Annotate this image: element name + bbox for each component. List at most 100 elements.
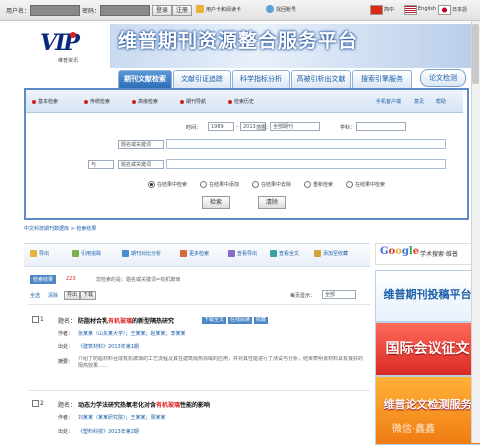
clear-selection-link[interactable]: 清除 [48,292,58,299]
bullet-icon [228,99,232,104]
source-link[interactable]: 《塑料科技》2013年第2期 [78,428,139,435]
mode-journal-nav[interactable]: 期刊导航 [180,98,206,105]
username-label: 用户名： [6,8,31,15]
mode-basic[interactable]: 基本检索 [32,98,58,105]
lang-en-link[interactable]: English [418,6,436,12]
result-title-link[interactable]: 动态力学法研究热氧老化对含有机玻璃性能的影响 [78,400,210,409]
watermark: 微信·鑫鑫 [392,424,436,435]
field-select-1[interactable]: 题名或关键词 [118,140,164,149]
ad1-text: 维普期刊投稿平台 [383,288,472,301]
result-count-tab[interactable]: 检索结果 [30,275,57,284]
author-list[interactable]: 刘某某（某某研究院）；王某某；周某某 [78,414,166,421]
google-logo: Google [380,246,420,257]
radio-icon [346,181,353,188]
per-page-label: 每页显示： [290,293,316,299]
abstract-label: 摘要： [58,359,74,365]
result-number: 2 [40,400,44,407]
radio-icon [148,181,155,188]
result-checkbox[interactable] [32,316,39,323]
scrollbar-thumb[interactable] [472,24,479,84]
view-export-icon [228,250,235,257]
source-link[interactable]: 《建筑材料》2013年第1期 [78,343,139,350]
tab-journal-search[interactable]: 期刊文献检索 [118,70,172,88]
radio-option-3[interactable]: 在结果中去除 [252,181,291,188]
user-center-link[interactable]: 用户卡和阅读卡 [206,6,241,13]
ad3-text: 维普论文检测服务 [383,398,472,411]
author-label: 作者： [58,331,74,337]
more-search-icon [180,250,187,257]
author-list[interactable]: 张某某（山东某大学）；王某某；赵某某；李某某 [78,330,186,337]
radio-icon [304,181,311,188]
login-button[interactable]: 登录 [152,5,172,16]
flag-cn-icon[interactable] [370,5,383,15]
paper-check-button[interactable]: 论文检测 [420,69,466,87]
download-fulltext-tag[interactable]: 下载全文 [202,317,227,324]
ad2-text: 国际会议征文 [385,341,470,357]
radio-option-5[interactable]: 在结果中检索 [346,181,385,188]
read-online-tag[interactable]: 在线阅读 [228,317,253,324]
username-input[interactable] [30,5,80,16]
tab-citation-tracking[interactable]: 文献引证追踪 [173,70,231,88]
view-export-tool[interactable]: 查看导出 [228,250,257,257]
breadcrumb[interactable]: 中文科技期刊数据库 > 检索结果 [24,225,96,232]
per-page-select[interactable]: 全部 [322,290,356,299]
logo-dot-icon [70,32,76,38]
feedback-link[interactable]: 意见 [414,98,424,105]
mode-advanced[interactable]: 高级检索 [132,98,158,105]
radio-icon [200,181,207,188]
source-label: 出处： [58,344,74,350]
result-number: 1 [40,316,44,323]
mode-history[interactable]: 检索历史 [228,98,254,105]
tab-highly-cited[interactable]: 高被引析出文献 [291,70,351,88]
select-all-link[interactable]: 全选 [30,292,40,299]
result-count: 223 [66,276,76,282]
compare-icon [122,250,129,257]
tab-science-indicators[interactable]: 科学指标分析 [232,70,290,88]
register-button[interactable]: 注册 [172,5,192,16]
range-select[interactable]: 全部期刊 [270,122,320,131]
citation-icon [72,250,79,257]
radio-option-4[interactable]: 重新检索 [304,181,333,188]
compare-tool[interactable]: 期刊对比分析 [122,250,161,257]
search-input-2[interactable] [166,159,446,169]
lang-cn-link[interactable]: 简中 [384,6,394,13]
mobile-client-link[interactable]: 手机客户端 [376,98,401,105]
search-input-1[interactable] [166,139,446,149]
favorite-icon [314,250,321,257]
mode-traditional[interactable]: 传统检索 [84,98,110,105]
logo-subtitle: 维普资讯 [58,58,79,64]
export-tool[interactable]: 导出 [30,250,49,257]
find-account-link[interactable]: 找回账号 [276,6,296,13]
vertical-scrollbar[interactable] [471,21,480,443]
radio-option-2[interactable]: 在结果中添加 [200,181,239,188]
field-select-2[interactable]: 题名或关键词 [118,160,164,169]
bullet-icon [132,99,136,104]
logic-select[interactable]: 与 [88,160,114,169]
favorite-tool[interactable]: 添加至收藏 [314,250,348,257]
divider [28,304,370,305]
password-label: 密码： [82,8,101,15]
time-label: 时间： [186,125,202,131]
help-link[interactable]: 帮助 [436,98,446,105]
fulltext-tool[interactable]: 查看全文 [270,250,299,257]
export-button[interactable]: 导出 [64,291,80,300]
more-search-tool[interactable]: 更多检索 [180,250,209,257]
author-label: 作者： [58,415,74,421]
flag-jp-icon[interactable] [438,5,451,15]
collect-tag[interactable]: 收藏 [254,317,269,324]
subject-select[interactable] [356,122,406,131]
bullet-icon [84,99,88,104]
result-checkbox[interactable] [32,400,39,407]
citation-tool[interactable]: 引用追踪 [72,250,101,257]
clear-button[interactable]: 清除 [258,196,286,209]
radio-option-1[interactable]: 在结果中检索 [148,181,187,188]
subject-label: 学科： [340,125,356,131]
password-input[interactable] [100,5,150,16]
tab-search-engine[interactable]: 搜索引擎服务 [352,70,412,88]
year-from-select[interactable]: 1989 [208,122,234,131]
search-button[interactable]: 检索 [202,196,230,209]
download-button[interactable]: 下载 [80,291,96,300]
result-title-link[interactable]: 防脂材合乳有机玻璃的新型隔热研究 [78,316,174,325]
flag-us-icon[interactable] [404,5,417,15]
lang-jp-link[interactable]: 日本語 [452,6,467,13]
